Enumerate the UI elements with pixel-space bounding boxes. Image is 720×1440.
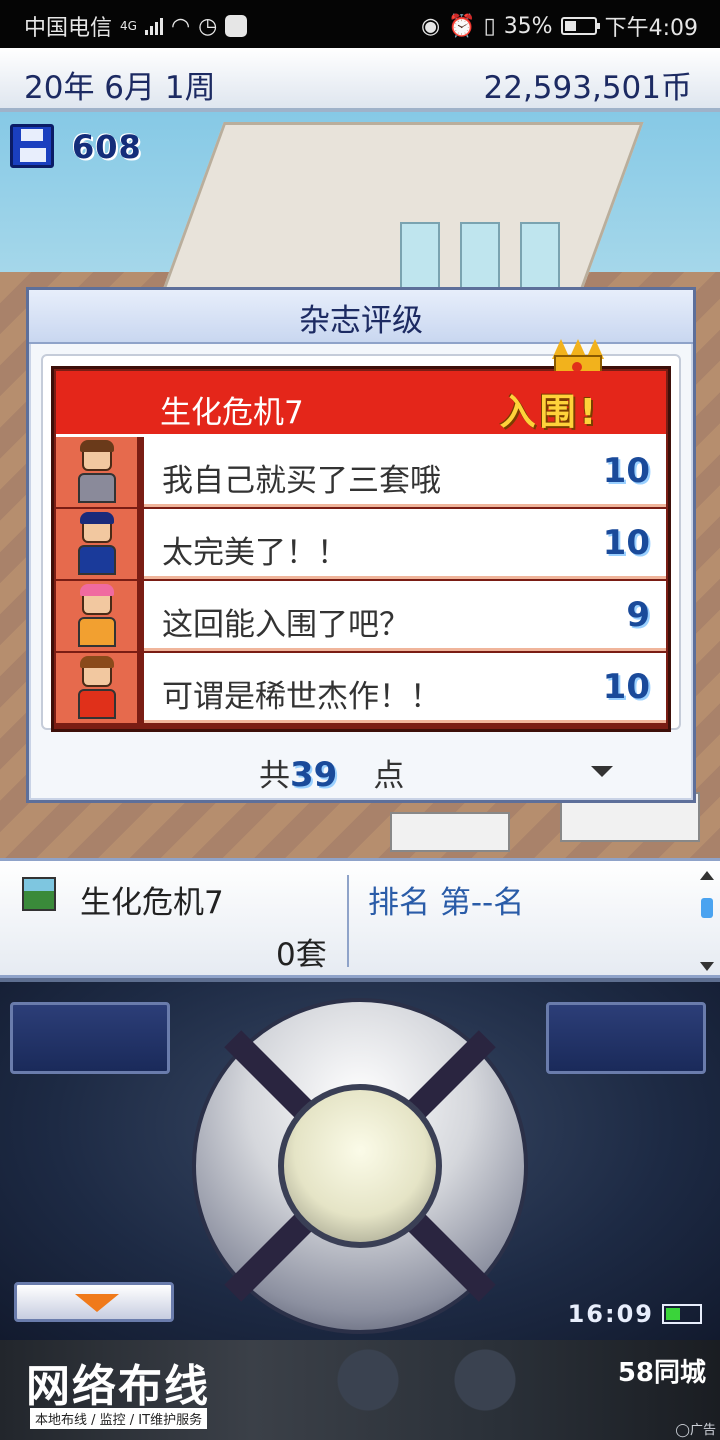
review-comment: 可谓是稀世杰作！！: [162, 679, 441, 715]
finalist-badge: 入围!: [499, 392, 600, 433]
ad-subtitle: 本地布线 / 监控 / IT维护服务: [30, 1408, 208, 1429]
next-arrow-icon[interactable]: [591, 766, 613, 777]
review-comment: 我自己就买了三套哦: [162, 463, 441, 499]
review-row: 太完美了！！ 10: [56, 509, 666, 579]
rating-card: 生化危机7 入围! 我自己就买了三套哦 10 太完美了！！ 10 这回能入围了吧？ 9 可谓…: [51, 339, 671, 732]
network-type: 4G: [120, 19, 137, 33]
office-desk: [390, 812, 510, 852]
ad-tag-label: 广告: [689, 1423, 716, 1438]
down-arrow-icon: [75, 1294, 119, 1312]
scroll-thumb[interactable]: [701, 898, 713, 918]
timer-icon: ◷: [198, 13, 218, 39]
product-name: 生化危机7: [80, 885, 224, 921]
ad-banner[interactable]: 网络布线 本地布线 / 监控 / IT维护服务 58同城 ◯广告: [0, 1340, 720, 1440]
wifi-icon: ◠: [170, 13, 191, 39]
game-info-bar: 20年 6月 1周 22,593,501币: [0, 48, 720, 112]
ad-title: 网络布线: [26, 1361, 210, 1412]
office-window: [400, 222, 440, 292]
review-text-cell: 太完美了！！ 10: [144, 509, 666, 579]
controller-clock: 16:09: [568, 1300, 702, 1328]
product-strip[interactable]: 生化危机7 0套 排名 第--名: [0, 858, 720, 978]
qq-icon: [225, 15, 248, 37]
review-score: 10: [602, 523, 650, 563]
product-rank: 排名 第--名: [368, 885, 525, 921]
total-score: 共39 点: [259, 750, 404, 795]
review-score: 9: [626, 595, 650, 635]
vibrate-icon: ▯: [483, 13, 496, 39]
alarm-icon: ⏰: [448, 13, 476, 39]
menu-toggle-button[interactable]: [14, 1282, 174, 1322]
save-disk-icon[interactable]: [10, 124, 54, 168]
status-time: 下午4:09: [604, 16, 698, 41]
review-comment: 这回能入围了吧？: [162, 607, 410, 643]
signal-icon: [144, 17, 163, 35]
divider: [347, 875, 349, 967]
reviewer-avatar: [56, 437, 140, 507]
review-comment: 太完美了！！: [162, 535, 348, 571]
game-cover-icon: [22, 877, 56, 911]
product-quantity: 0套: [276, 937, 327, 973]
battery-icon: [560, 17, 600, 35]
reviewer-avatar: [56, 509, 140, 579]
review-text-cell: 我自己就买了三套哦 10: [144, 437, 666, 507]
scroll-down-icon[interactable]: [700, 962, 714, 971]
ad-photo: [290, 1340, 550, 1440]
virtual-controller: 16:09: [0, 978, 720, 1340]
review-row: 我自己就买了三套哦 10: [56, 437, 666, 507]
save-count: 608: [72, 128, 142, 166]
left-soft-button[interactable]: [10, 1002, 170, 1074]
review-text-cell: 这回能入围了吧？ 9: [144, 581, 666, 651]
magazine-rating-dialog[interactable]: 杂志评级 生化危机7 入围! 我自己就买了三套哦 10 太完美了！！ 10 这回能入围了…: [26, 287, 696, 803]
controller-time: 16:09: [567, 1300, 654, 1328]
reviewer-avatar: [56, 581, 140, 651]
total-prefix: 共: [259, 758, 290, 794]
rated-game-name: 生化危机7: [160, 395, 304, 431]
dialog-title: 杂志评级: [29, 290, 693, 344]
dpad-center-button[interactable]: [278, 1084, 442, 1248]
ad-tag: ◯广告: [675, 1423, 716, 1438]
office-window: [460, 222, 500, 292]
reviewer-avatar: [56, 653, 140, 723]
battery-percent: 35%: [503, 13, 553, 39]
review-score: 10: [602, 667, 650, 707]
scroll-up-icon[interactable]: [700, 871, 714, 880]
ad-brand: 58同城: [617, 1358, 706, 1388]
total-unit: 点: [373, 758, 405, 794]
review-score: 10: [602, 451, 650, 491]
carrier-label: 中国电信: [24, 16, 113, 41]
product-scrollbar[interactable]: [698, 871, 716, 971]
status-bar: 中国电信 4G ◠ ◷ ◉ ⏰ ▯ 35% 下午4:09: [0, 0, 720, 48]
money-display: 22,593,501币: [483, 70, 693, 106]
right-soft-button[interactable]: [546, 1002, 706, 1074]
office-window: [520, 222, 560, 292]
review-row: 这回能入围了吧？ 9: [56, 581, 666, 651]
eye-icon: ◉: [420, 13, 441, 39]
rating-header: 生化危机7 入围!: [56, 371, 666, 437]
game-date: 20年 6月 1周: [24, 70, 216, 106]
total-value: 39: [290, 755, 338, 795]
review-row: 可谓是稀世杰作！！ 10: [56, 653, 666, 723]
game-battery-icon: [662, 1304, 702, 1324]
review-text-cell: 可谓是稀世杰作！！ 10: [144, 653, 666, 723]
